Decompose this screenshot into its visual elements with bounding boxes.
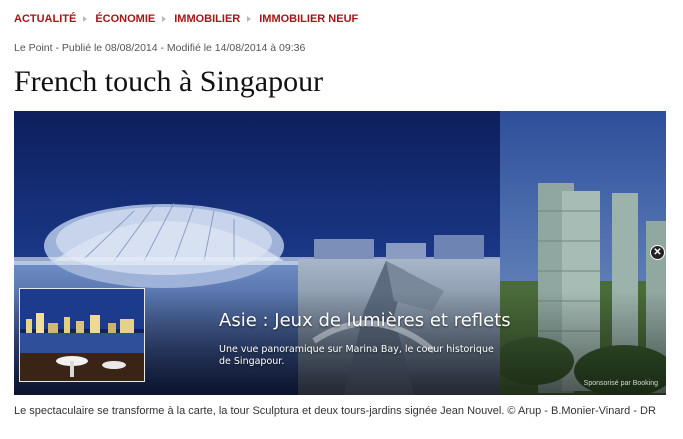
breadcrumb-item-immobilier-neuf[interactable]: IMMOBILIER NEUF (259, 13, 358, 25)
breadcrumb-separator-icon (83, 16, 88, 22)
breadcrumb-separator-icon (162, 16, 167, 22)
image-caption: Le spectaculaire se transforme à la cart… (14, 405, 656, 417)
ad-description: Une vue panoramique sur Marina Bay, le c… (219, 344, 494, 367)
close-icon[interactable]: ✕ (650, 245, 665, 260)
breadcrumb-item-actualite[interactable]: ACTUALITÉ (14, 13, 76, 25)
breadcrumb-item-economie[interactable]: ÉCONOMIE (95, 13, 155, 25)
ad-thumbnail[interactable] (19, 288, 145, 382)
breadcrumb-separator-icon (247, 16, 252, 22)
breadcrumb-item-immobilier[interactable]: IMMOBILIER (174, 13, 240, 25)
ad-overlay: Asie : Jeux de lumières et reflets Une v… (14, 111, 666, 395)
ad-title[interactable]: Asie : Jeux de lumières et reflets (219, 310, 511, 331)
breadcrumb: ACTUALITÉ ÉCONOMIE IMMOBILIER IMMOBILIER… (14, 11, 358, 27)
ad-sponsor-label[interactable]: Sponsorisé par Booking (584, 380, 658, 387)
ad-thumbnail-image (20, 289, 144, 381)
hero-image[interactable]: Asie : Jeux de lumières et reflets Une v… (14, 111, 666, 395)
page-title: French touch à Singapour (14, 65, 324, 98)
article-meta: Le Point - Publié le 08/08/2014 - Modifi… (14, 42, 306, 54)
